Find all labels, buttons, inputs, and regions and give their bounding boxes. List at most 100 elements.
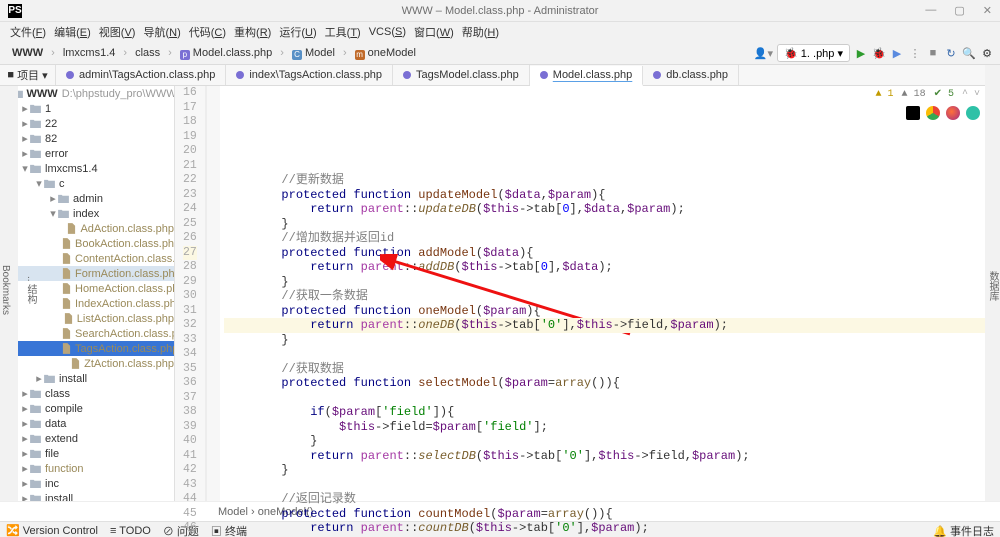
editor-tab[interactable]: TagsModel.class.php <box>393 65 530 85</box>
search-everywhere-icon[interactable]: 🔍 <box>962 46 976 60</box>
tree-expand-icon[interactable]: ▸ <box>34 372 44 385</box>
menu-item[interactable]: 运行(U) <box>279 24 316 40</box>
database-tool-button[interactable]: 数据库 <box>985 271 1000 301</box>
folder-icon <box>58 209 69 218</box>
browser-preview-icons[interactable] <box>906 106 980 120</box>
structure-tool-button[interactable]: .. 结构 <box>23 276 38 304</box>
tree-expand-icon[interactable]: ▾ <box>34 177 44 190</box>
tree-item[interactable]: inc <box>45 478 59 490</box>
tree-expand-icon[interactable]: ▸ <box>20 117 30 130</box>
tree-item[interactable]: index <box>73 208 99 220</box>
phpstorm-preview-icon[interactable] <box>906 106 920 120</box>
tree-expand-icon[interactable]: ▸ <box>20 387 30 400</box>
tree-item[interactable]: file <box>45 448 59 460</box>
breadcrumb-item[interactable]: moneModel <box>349 46 422 60</box>
tree-item[interactable]: WWW <box>27 88 58 100</box>
tree-expand-icon[interactable]: ▸ <box>20 447 30 460</box>
tree-item[interactable]: ListAction.class.php <box>77 313 174 325</box>
editor-tab[interactable]: db.class.php <box>643 65 739 85</box>
menu-item[interactable]: VCS(S) <box>369 26 406 38</box>
tree-item[interactable]: compile <box>45 403 83 415</box>
tree-item[interactable]: error <box>45 148 68 160</box>
menu-item[interactable]: 编辑(E) <box>54 24 91 40</box>
menu-item[interactable]: 工具(T) <box>325 24 361 40</box>
left-toolbar[interactable]: .. 结构 Bookmarks <box>0 86 18 501</box>
tree-item[interactable]: IndexAction.class.ph <box>75 298 174 310</box>
tree-item[interactable]: AdAction.class.php <box>80 223 174 235</box>
tree-item[interactable]: data <box>45 418 66 430</box>
tree-item[interactable]: 22 <box>45 118 57 130</box>
tree-expand-icon[interactable]: ▾ <box>48 207 58 220</box>
tree-item[interactable]: c <box>59 178 65 190</box>
vcs-tool-button[interactable]: 🔀 Version Control <box>6 524 98 537</box>
tree-expand-icon[interactable]: ▸ <box>20 477 30 490</box>
tree-item[interactable]: BookAction.class.ph <box>75 238 174 250</box>
tree-item[interactable]: TagsAction.class.php <box>75 343 174 355</box>
tree-item[interactable]: extend <box>45 433 78 445</box>
menu-item[interactable]: 文件(F) <box>10 24 46 40</box>
breadcrumb-item[interactable]: lmxcms1.4 <box>57 46 122 60</box>
firefox-icon[interactable] <box>946 106 960 120</box>
tree-item[interactable]: 82 <box>45 133 57 145</box>
menu-item[interactable]: 导航(N) <box>143 24 180 40</box>
editor-tab[interactable]: admin\TagsAction.class.php <box>56 65 226 85</box>
breadcrumb-root[interactable]: WWW <box>6 46 49 60</box>
menu-item[interactable]: 视图(V) <box>99 24 136 40</box>
tree-item[interactable]: install <box>45 493 73 502</box>
tree-expand-icon[interactable]: ▾ <box>20 162 30 175</box>
right-toolbar[interactable]: 数据库 <box>985 65 1000 501</box>
code-area[interactable]: ▲ 1 ▲ 18 ✔ 5 ^ ˅ //更新数据 protected functi… <box>220 86 1000 501</box>
more-run-icon[interactable]: ⋮ <box>908 46 922 60</box>
code-editor[interactable]: 1617181920212223242526272829303132333435… <box>175 86 1000 501</box>
tree-item[interactable]: install <box>59 373 87 385</box>
tree-item[interactable]: lmxcms1.4 <box>45 163 98 175</box>
coverage-icon[interactable]: ▶ <box>890 46 904 60</box>
editor-tab[interactable]: Model.class.php <box>530 66 644 86</box>
run-icon[interactable]: ▶ <box>854 46 868 60</box>
stop-icon[interactable]: ■ <box>926 46 940 60</box>
fold-column[interactable] <box>206 86 220 501</box>
debug-icon[interactable]: 🐞 <box>872 46 886 60</box>
menu-item[interactable]: 重构(R) <box>234 24 271 40</box>
tree-item[interactable]: SearchAction.class.p <box>75 328 174 340</box>
folder-icon <box>30 419 41 428</box>
user-icon[interactable]: 👤▾ <box>754 47 773 60</box>
tree-item[interactable]: ContentAction.class. <box>75 253 174 265</box>
project-tool-label[interactable]: ■ 项目 ▾ <box>0 65 56 85</box>
settings-icon[interactable]: ⚙ <box>980 46 994 60</box>
sync-icon[interactable]: ↻ <box>944 46 958 60</box>
menu-item[interactable]: 帮助(H) <box>462 24 499 40</box>
menu-item[interactable]: 代码(C) <box>189 24 226 40</box>
bookmarks-tool-button[interactable]: Bookmarks <box>0 265 11 315</box>
menu-item[interactable]: 窗口(W) <box>414 24 454 40</box>
tree-expand-icon[interactable]: ▸ <box>48 192 58 205</box>
tree-item[interactable]: ZtAction.class.php <box>84 358 174 370</box>
chrome-icon[interactable] <box>926 106 940 120</box>
tree-expand-icon[interactable]: ▸ <box>20 492 30 501</box>
tree-item[interactable]: class <box>45 388 70 400</box>
tree-expand-icon[interactable]: ▸ <box>20 432 30 445</box>
breadcrumb-item[interactable]: pModel.class.php <box>174 46 279 60</box>
tree-expand-icon[interactable]: ▸ <box>20 132 30 145</box>
tree-expand-icon[interactable]: ▸ <box>20 147 30 160</box>
tree-item[interactable]: FormAction.class.ph <box>75 268 174 280</box>
editor-tab[interactable]: index\TagsAction.class.php <box>226 65 393 85</box>
breadcrumb-item[interactable]: CModel <box>286 46 341 60</box>
minimize-icon[interactable]: — <box>925 4 936 17</box>
run-config-selector[interactable]: 🐞 1. .php ▾ <box>777 44 850 62</box>
tree-item[interactable]: admin <box>73 193 103 205</box>
tree-expand-icon[interactable]: ▸ <box>20 462 30 475</box>
close-icon[interactable]: ✕ <box>983 4 992 17</box>
maximize-icon[interactable]: ▢ <box>954 4 964 17</box>
tree-item[interactable]: HomeAction.class.pl <box>75 283 174 295</box>
inspection-summary[interactable]: ▲ 1 ▲ 18 ✔ 5 ^ ˅ <box>876 88 980 103</box>
edge-icon[interactable] <box>966 106 980 120</box>
todo-tool-button[interactable]: ≡ TODO <box>110 525 151 537</box>
breadcrumb-item[interactable]: class <box>129 46 166 60</box>
tree-expand-icon[interactable]: ▸ <box>20 402 30 415</box>
tree-expand-icon[interactable]: ▸ <box>20 417 30 430</box>
tree-expand-icon[interactable]: ▸ <box>20 102 30 115</box>
php-file-icon <box>62 239 71 248</box>
tree-item[interactable]: function <box>45 463 84 475</box>
tree-item[interactable]: 1 <box>45 103 51 115</box>
